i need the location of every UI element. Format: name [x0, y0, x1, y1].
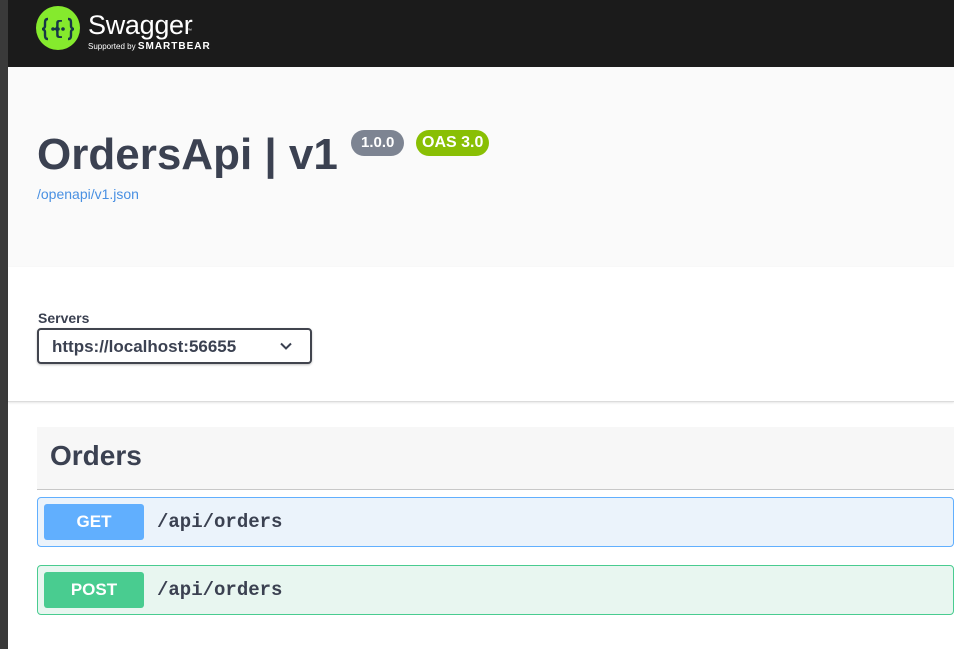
servers-selected-value: https://localhost:56655 [52, 337, 237, 356]
oas-badge: OAS 3.0 [416, 130, 490, 156]
page-title: OrdersApi | v1 [37, 130, 338, 179]
servers-select[interactable]: https://localhost:56655 [37, 328, 312, 364]
servers-label: Servers [38, 310, 90, 326]
chevron-down-icon [280, 342, 292, 350]
logo-brand: SMARTBEAR [137, 41, 211, 52]
api-info: OrdersApi | v1 1.0.0 OAS 3.0 /openapi/v1… [8, 67, 954, 267]
operations-section: Orders GET /api/orders POST /api/orders [37, 427, 954, 649]
operation-get-orders[interactable]: GET /api/orders [37, 497, 954, 547]
window-edge [0, 0, 8, 649]
tag-title: Orders [50, 440, 142, 471]
operation-post-orders[interactable]: POST /api/orders [37, 565, 954, 615]
servers-section: Servers https://localhost:56655 [8, 267, 954, 402]
swagger-logo[interactable]: { Swagger ™ Supported by SMARTBEAR [36, 6, 211, 56]
logo-trademark: ™ [187, 28, 192, 34]
top-bar: { Swagger ™ Supported by SMARTBEAR [8, 0, 954, 67]
logo-supported: Supported by [88, 42, 136, 51]
method-badge-get: GET [44, 504, 144, 540]
method-badge-post: POST [44, 572, 144, 608]
operation-path: /api/orders [157, 511, 283, 533]
swagger-braces-icon: { [36, 6, 80, 50]
logo-title: Swagger [88, 10, 193, 40]
logo-subtitle: Supported by SMARTBEAR [88, 41, 211, 52]
spec-link[interactable]: /openapi/v1.json [37, 186, 139, 202]
operation-path: /api/orders [157, 579, 283, 601]
tag-header-orders[interactable]: Orders [37, 427, 954, 490]
version-badge: 1.0.0 [351, 130, 405, 156]
